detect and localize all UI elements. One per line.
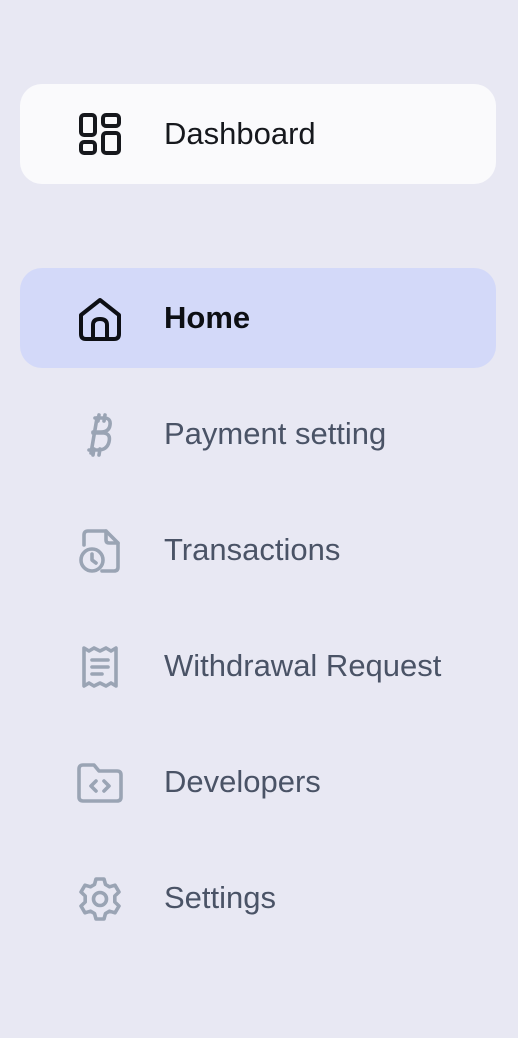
dashboard-grid-icon — [76, 111, 124, 159]
sidebar-item-label: Home — [164, 300, 251, 335]
sidebar-item-home[interactable]: Home — [20, 268, 496, 368]
receipt-icon — [76, 643, 124, 691]
sidebar: Dashboard Home Payment setting Transacti… — [0, 0, 518, 1038]
sidebar-item-payment-setting[interactable]: Payment setting — [20, 384, 496, 484]
sidebar-item-label: Withdrawal Request — [164, 648, 442, 683]
sidebar-item-label: Transactions — [164, 532, 341, 567]
file-clock-icon — [76, 527, 124, 575]
sidebar-item-dashboard[interactable]: Dashboard — [20, 84, 496, 184]
sidebar-item-transactions[interactable]: Transactions — [20, 500, 496, 600]
sidebar-item-withdrawal-request[interactable]: Withdrawal Request — [20, 616, 496, 716]
home-icon — [76, 295, 124, 343]
bitcoin-icon — [76, 411, 124, 459]
sidebar-item-label: Settings — [164, 880, 277, 915]
sidebar-item-label: Dashboard — [164, 116, 316, 151]
sidebar-item-label: Developers — [164, 764, 321, 799]
gear-icon — [76, 875, 124, 923]
sidebar-item-developers[interactable]: Developers — [20, 732, 496, 832]
sidebar-item-settings[interactable]: Settings — [20, 848, 496, 948]
folder-code-icon — [76, 759, 124, 807]
sidebar-item-label: Payment setting — [164, 416, 387, 451]
